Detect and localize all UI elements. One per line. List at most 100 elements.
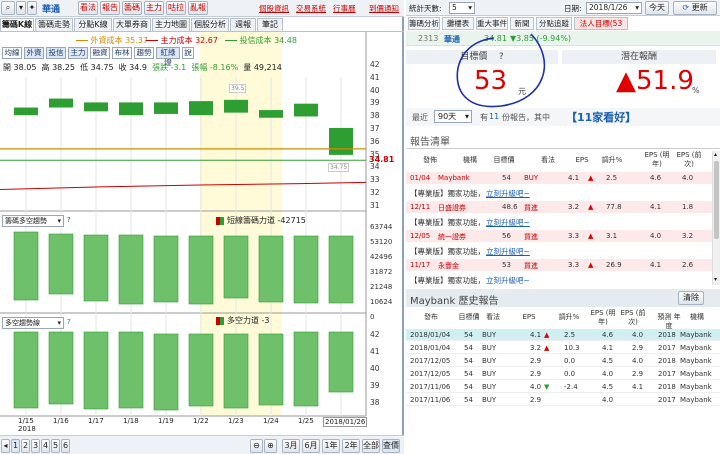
stock-dropdown-button[interactable]: ▾ bbox=[16, 1, 26, 15]
page-button-1[interactable]: 1 bbox=[11, 439, 20, 453]
favorite-button[interactable]: ✦ bbox=[27, 1, 37, 15]
history-cell: BUY bbox=[482, 383, 497, 391]
clear-button[interactable]: 清除 bbox=[678, 291, 704, 305]
history-row[interactable]: 2017/12/05 54 BUY 2.9 0.0 4.5 4.0 2018 Maybank bbox=[406, 355, 720, 367]
range-button-3[interactable]: 2年 bbox=[342, 439, 360, 453]
promo-row: 【專業版】獨家功能， 立刻升級吧~ bbox=[406, 273, 712, 284]
upgrade-link[interactable]: 立刻升級吧~ bbox=[486, 275, 530, 284]
history-cell: 2018/01/04 bbox=[410, 344, 451, 352]
history-table-header: 發布 目標價 看法 EPS 調升% EPS (明年) EPS (前次) 預測 年度 機構 bbox=[406, 308, 720, 330]
report-cell: 永豐金 bbox=[438, 262, 459, 270]
trend-bar bbox=[293, 331, 319, 407]
history-row[interactable]: 2017/11/06 54 BUY 2.9 4.0 2017 Maybank bbox=[406, 394, 720, 406]
range-button-5[interactable]: 查價 bbox=[382, 439, 400, 453]
nav-button-5[interactable]: 亂報 bbox=[188, 1, 208, 15]
nav-button-2[interactable]: 籌碼 bbox=[122, 1, 142, 15]
nav-button-3[interactable]: 主力 bbox=[144, 1, 164, 15]
history-cell: Maybank bbox=[680, 396, 712, 404]
search-stock-button[interactable]: ⌕ bbox=[1, 1, 15, 15]
zoom-in-button[interactable]: ⊕ bbox=[264, 439, 277, 453]
page-button-5[interactable]: 5 bbox=[51, 439, 60, 453]
page-button-3[interactable]: 3 bbox=[31, 439, 40, 453]
history-table-body: 2018/01/04 54 BUY 4.1 ▲ 2.5 4.6 4.0 2018 Maybank 2… bbox=[406, 329, 720, 454]
range-button-1[interactable]: 6月 bbox=[302, 439, 320, 453]
nav-button-1[interactable]: 報告 bbox=[100, 1, 120, 15]
tab-4[interactable]: 主力地圖 bbox=[152, 18, 190, 32]
panel2-tick: 53120 bbox=[370, 238, 393, 246]
upgrade-link[interactable]: 立刻升級吧~ bbox=[486, 188, 530, 199]
report-cell: ▲ bbox=[588, 174, 594, 182]
refresh-button[interactable]: ⟳ 更新 bbox=[673, 1, 717, 15]
today-button[interactable]: 今天 bbox=[645, 1, 669, 15]
range-button-0[interactable]: 3月 bbox=[282, 439, 300, 453]
tab-3[interactable]: 大單券商 bbox=[113, 18, 151, 32]
tab-0[interactable]: 籌碼K線 bbox=[0, 18, 34, 32]
price-tick: 42 bbox=[370, 60, 380, 69]
right-tab-5[interactable]: 法人目標(53元) bbox=[574, 17, 628, 39]
report-cell: 4.1 bbox=[568, 174, 580, 182]
range-button-4[interactable]: 全部 bbox=[362, 439, 380, 453]
report-row[interactable]: 12/05 統一證券 56 買進 3.3 ▲ 3.1 4.0 3.2 bbox=[406, 230, 712, 242]
report-cell: 01/04 bbox=[410, 174, 431, 182]
nav-button-0[interactable]: 看法 bbox=[78, 1, 98, 15]
chevron-up-icon[interactable]: ▴ bbox=[714, 151, 717, 158]
page-button-6[interactable]: 6 bbox=[61, 439, 70, 453]
right-tab-4[interactable]: 分點追蹤 bbox=[536, 17, 572, 30]
history-row[interactable]: 2017/12/05 54 BUY 2.9 0.0 4.0 2.9 2017 Maybank bbox=[406, 368, 720, 380]
report-cell: ▲ bbox=[588, 232, 594, 240]
chevron-down-icon[interactable]: ▾ bbox=[714, 276, 717, 283]
right-tab-2[interactable]: 重大事件 bbox=[476, 17, 508, 30]
x-year: 2018 bbox=[18, 425, 36, 433]
strength-bar bbox=[328, 235, 354, 304]
filter-line: 最近 90天 ▾ 有 11 份報告，其中 【11家看好】 bbox=[406, 108, 720, 126]
period-select[interactable]: 90天 ▾ bbox=[434, 110, 472, 123]
tab-2[interactable]: 分點K線 bbox=[74, 18, 112, 32]
strength-bar bbox=[153, 235, 179, 303]
help-icon[interactable]: ? bbox=[67, 318, 71, 326]
panel2-select[interactable]: 籌碼多空趨勢 ▾ bbox=[2, 215, 64, 227]
upgrade-link[interactable]: 立刻升級吧~ bbox=[486, 246, 530, 257]
upgrade-link[interactable]: 立刻升級吧~ bbox=[486, 217, 530, 228]
zoom-out-icon: ⊖ bbox=[253, 441, 260, 450]
days-select[interactable]: 5 ▾ bbox=[449, 2, 475, 14]
right-tab-3[interactable]: 新聞 bbox=[510, 17, 534, 30]
tab-7[interactable]: 筆記 bbox=[257, 18, 283, 32]
promo-text: 【專業版】獨家功能， bbox=[410, 276, 485, 284]
nav-link-0[interactable]: 個股資訊 bbox=[259, 3, 289, 14]
tab-6[interactable]: 週報 bbox=[230, 18, 256, 32]
report-row[interactable]: 01/04 Maybank 54 BUY 4.1 ▲ 2.5 4.6 4.0 bbox=[406, 172, 712, 184]
report-list-header: 發佈 機構 目標價 看法 EPS 調升% EPS (明年) EPS (前次) bbox=[406, 151, 712, 171]
tab-5[interactable]: 個股分析 bbox=[191, 18, 229, 32]
right-tab-0[interactable]: 籌碼分析 bbox=[408, 17, 440, 30]
history-row[interactable]: 2018/01/04 54 BUY 3.2 ▲ 10.3 4.1 2.9 2017 Maybank bbox=[406, 342, 720, 354]
page-button-4[interactable]: 4 bbox=[41, 439, 50, 453]
candle bbox=[14, 107, 38, 116]
history-row[interactable]: 2018/01/04 54 BUY 4.1 ▲ 2.5 4.6 4.0 2018 Maybank bbox=[406, 329, 720, 341]
zoom-out-button[interactable]: ⊖ bbox=[250, 439, 263, 453]
report-row[interactable]: 11/17 永豐金 53 買進 3.3 ▲ 26.9 4.1 2.6 bbox=[406, 259, 712, 271]
nav-link-3[interactable]: 到價通知 bbox=[369, 3, 399, 14]
report-cell: 日盛證券 bbox=[438, 204, 466, 212]
panel3-label: 多空力道 -3 bbox=[216, 315, 270, 326]
tab-1[interactable]: 籌碼走勢 bbox=[35, 18, 73, 32]
help-icon[interactable]: ? bbox=[67, 216, 71, 224]
report-cell: 12/05 bbox=[410, 232, 431, 240]
history-cell: -2.4 bbox=[564, 383, 578, 391]
range-button-2[interactable]: 1年 bbox=[322, 439, 340, 453]
page-button-2[interactable]: 2 bbox=[21, 439, 30, 453]
panel3-select[interactable]: 多空趨勢線 ▾ bbox=[2, 317, 64, 329]
trend-bar bbox=[83, 331, 109, 410]
nav-link-1[interactable]: 交易系統 bbox=[296, 3, 326, 14]
report-list-scrollbar[interactable]: ▴ ▾ bbox=[712, 151, 720, 285]
history-header-cell: EPS (明年) bbox=[590, 309, 616, 326]
upside-unit: % bbox=[692, 86, 700, 95]
date-input[interactable]: 2018/1/26 ▾ bbox=[586, 2, 642, 14]
report-header-cell: EPS (前次) bbox=[676, 151, 702, 168]
prev-page-button[interactable]: ◂ bbox=[1, 439, 10, 453]
nav-link-2[interactable]: 行事曆 bbox=[333, 3, 356, 14]
nav-button-4[interactable]: 咕拉 bbox=[166, 1, 186, 15]
scroll-thumb[interactable] bbox=[714, 161, 719, 239]
history-row[interactable]: 2017/11/06 54 BUY 4.0 ▼ -2.4 4.5 4.1 2018 Maybank bbox=[406, 381, 720, 393]
right-tab-1[interactable]: 攤樓表 bbox=[442, 17, 474, 30]
report-row[interactable]: 12/11 日盛證券 48.6 買進 3.2 ▲ 77.8 4.1 1.8 bbox=[406, 201, 712, 213]
